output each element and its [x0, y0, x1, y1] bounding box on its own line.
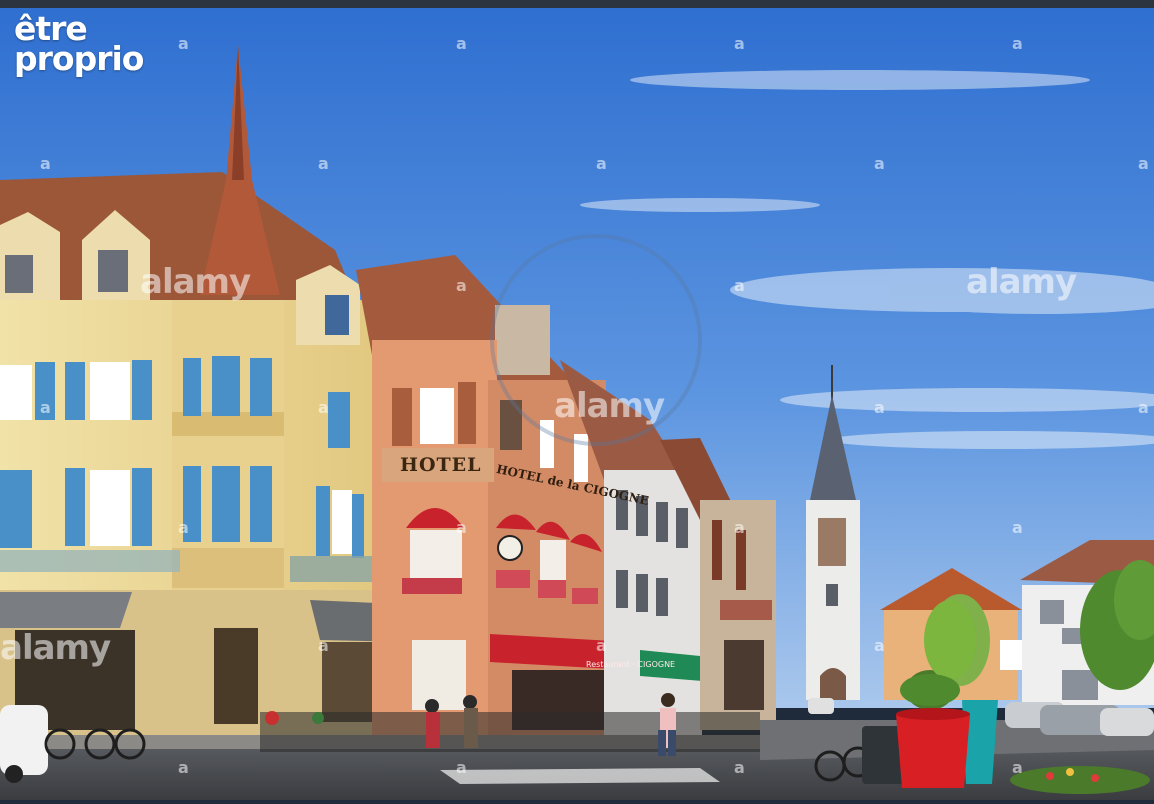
alamy-a-mark: a [318, 636, 329, 655]
alamy-a-mark: a [874, 154, 885, 173]
alamy-a-mark: a [734, 758, 745, 777]
alamy-a-mark: a [1012, 758, 1023, 777]
alamy-a-mark: a [874, 636, 885, 655]
alamy-a-mark: a [874, 398, 885, 417]
alamy-watermark: alamy [554, 386, 665, 426]
logo-line-2: proprio [14, 39, 144, 78]
etre-proprio-logo: être proprio [14, 12, 144, 78]
alamy-a-mark: a [318, 154, 329, 173]
alamy-a-mark: a [1012, 518, 1023, 537]
alamy-a-mark: a [456, 518, 467, 537]
alamy-a-mark: a [456, 758, 467, 777]
awning-sign: Restaurant · CIGOGNE [586, 660, 676, 669]
alamy-a-mark: a [40, 398, 51, 417]
alamy-watermark: alamy [966, 262, 1077, 302]
alamy-watermark: alamy [140, 262, 251, 302]
alamy-a-mark: a [734, 276, 745, 295]
alamy-a-mark: a [1138, 398, 1149, 417]
alamy-a-mark: a [1138, 154, 1149, 173]
top-edge-bar [0, 0, 1154, 8]
alamy-a-mark: a [1012, 34, 1023, 53]
alamy-a-mark: a [178, 758, 189, 777]
alamy-a-mark: a [456, 34, 467, 53]
alamy-a-mark: a [734, 518, 745, 537]
alamy-a-mark: a [318, 398, 329, 417]
alamy-a-mark: a [734, 34, 745, 53]
alamy-watermark: alamy [0, 628, 111, 668]
alamy-a-mark: a [456, 276, 467, 295]
alamy-a-mark: a [178, 34, 189, 53]
alamy-a-mark: a [596, 636, 607, 655]
alamy-a-mark: a [40, 154, 51, 173]
hotel-sign: HOTEL [400, 454, 482, 476]
alamy-a-mark: a [178, 518, 189, 537]
alamy-a-mark: a [596, 154, 607, 173]
